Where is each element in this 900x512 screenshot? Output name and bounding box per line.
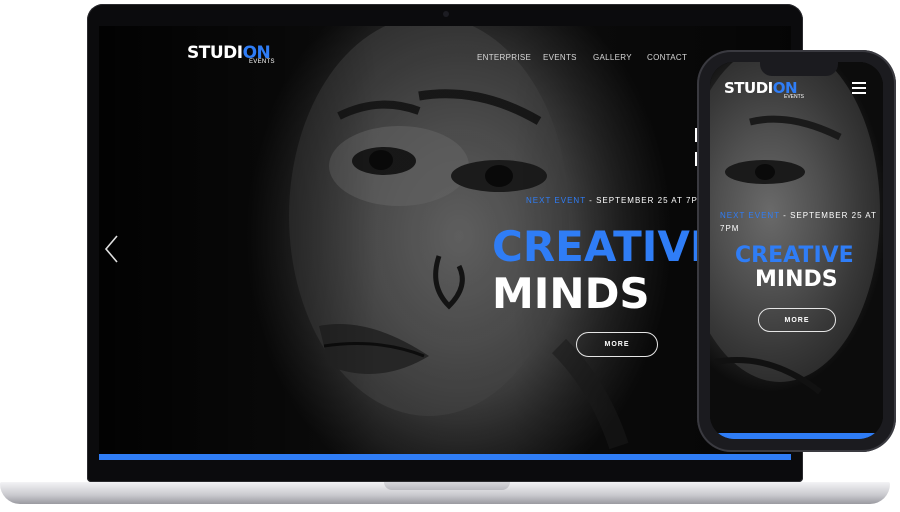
mobile-progress-bar	[710, 433, 883, 439]
mobile-next-event-label: NEXT EVENT	[720, 211, 780, 220]
nav-link-events[interactable]: EVENTS	[543, 53, 577, 62]
next-event-date: - SEPTEMBER 25 AT 7P	[585, 196, 698, 205]
hero-headline-line1: CREATIVE	[492, 222, 719, 271]
desktop-website: STUDION EVENTS ENTERPRISE EVENTS GALLERY…	[99, 26, 791, 460]
phone-notch	[760, 58, 838, 76]
nav-link-enterprise[interactable]: ENTERPRISE	[477, 53, 531, 62]
next-event-label: NEXT EVENT	[526, 196, 586, 205]
mobile-website: STUDION EVENTS NEXT EVENT - SEPTEMBER 25…	[710, 62, 883, 439]
laptop-notch	[384, 482, 510, 490]
slide-progress-bar	[99, 454, 791, 460]
hero-headline-line2: MINDS	[492, 269, 650, 318]
mobile-logo-main-text: STUDI	[724, 79, 773, 97]
next-event-line: NEXT EVENT - SEPTEMBER 25 AT 7P	[526, 196, 698, 205]
nav-link-contact[interactable]: CONTACT	[647, 53, 687, 62]
chevron-left-icon[interactable]	[103, 234, 119, 264]
mobile-logo-subtitle: EVENTS	[784, 94, 805, 100]
more-button[interactable]: MORE	[576, 332, 658, 357]
logo-subtitle: EVENTS	[249, 59, 275, 65]
logo-main-text: STUDI	[187, 43, 243, 63]
mobile-headline-line2: MINDS	[755, 267, 838, 292]
mobile-more-button[interactable]: MORE	[758, 308, 836, 332]
laptop-camera	[443, 11, 449, 17]
mobile-next-event-line: NEXT EVENT - SEPTEMBER 25 AT 7PM	[720, 209, 880, 235]
mobile-headline-line1: CREATIVE	[735, 243, 854, 268]
nav-link-gallery[interactable]: GALLERY	[593, 53, 632, 62]
hamburger-menu-icon[interactable]	[852, 82, 866, 94]
